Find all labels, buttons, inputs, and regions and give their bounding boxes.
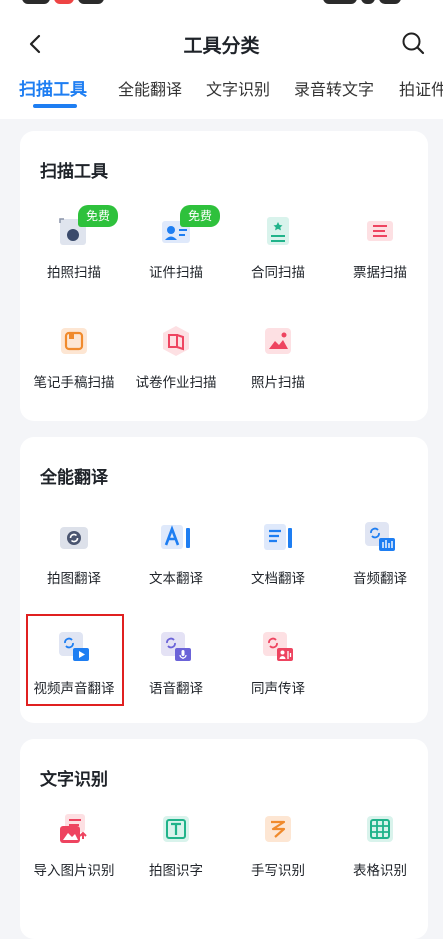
selection-highlight-box <box>26 614 124 706</box>
text-frame-icon <box>163 816 189 842</box>
simultaneous-interpretation-icon <box>263 632 293 661</box>
tool-id-scan[interactable]: 免费 证件扫描 <box>125 197 227 305</box>
table-icon <box>367 816 393 842</box>
tool-table-ocr[interactable]: 表格识别 <box>329 795 431 903</box>
tool-handwriting-ocr[interactable]: 手写识别 <box>227 795 329 903</box>
section-title-scan: 扫描工具 <box>40 162 108 182</box>
text-a-icon <box>161 525 190 549</box>
tool-photo-ocr[interactable]: 拍图识字 <box>125 795 227 903</box>
tool-label: 票据扫描 <box>353 265 407 281</box>
tool-document-translate[interactable]: 文档翻译 <box>227 503 329 611</box>
audio-translate-icon <box>365 522 395 551</box>
handwriting-icon <box>265 816 291 842</box>
status-right-cutoff <box>319 0 419 6</box>
scan-tools-card: 扫描工具 免费 拍照扫描 免费 证件扫描 合同扫描 票据扫描 笔记手稿扫描 试卷… <box>20 131 428 421</box>
camera-translate-icon <box>60 527 88 549</box>
photo-icon <box>265 328 291 354</box>
category-tabs: 扫描工具 全能翻译 文字识别 录音转文字 拍证件 <box>0 64 443 119</box>
tool-simultaneous-interpretation[interactable]: 同声传译 <box>227 613 329 721</box>
free-badge: 免费 <box>78 205 119 227</box>
section-title-translate: 全能翻译 <box>40 468 108 488</box>
active-tab-indicator <box>33 104 77 108</box>
ocr-card: 文字识别 导入图片识别 拍图识字 手写识别 表格识别 <box>20 739 428 939</box>
page-title: 工具分类 <box>183 35 260 57</box>
tool-exam-scan[interactable]: 试卷作业扫描 <box>125 307 227 415</box>
tool-receipt-scan[interactable]: 票据扫描 <box>329 197 431 305</box>
tool-voice-translate[interactable]: 语音翻译 <box>125 613 227 721</box>
exam-paper-icon <box>163 326 189 356</box>
contract-icon <box>267 217 289 245</box>
notebook-icon <box>61 328 87 354</box>
free-badge: 免费 <box>180 205 221 227</box>
nav-bar: 工具分类 <box>0 22 443 64</box>
tool-audio-translate[interactable]: 音频翻译 <box>329 503 431 611</box>
voice-translate-icon <box>161 632 191 661</box>
section-title-ocr: 文字识别 <box>40 770 108 790</box>
tab-scan-tools[interactable]: 扫描工具 <box>19 75 87 100</box>
import-image-icon <box>60 814 87 843</box>
tool-label: 表格识别 <box>353 863 407 879</box>
tool-text-translate[interactable]: 文本翻译 <box>125 503 227 611</box>
receipt-icon <box>367 221 393 241</box>
tab-translate[interactable]: 全能翻译 <box>118 76 182 100</box>
tab-audio-to-text[interactable]: 录音转文字 <box>294 76 374 100</box>
tool-label: 音频翻译 <box>353 571 407 587</box>
tool-label: 同声传译 <box>251 681 305 697</box>
tool-notes-scan[interactable]: 笔记手稿扫描 <box>23 307 125 415</box>
tool-photo-picture-scan[interactable]: 照片扫描 <box>227 307 329 415</box>
status-left-cutoff <box>22 0 132 6</box>
tool-import-image-ocr[interactable]: 导入图片识别 <box>23 795 125 903</box>
status-bar <box>0 0 443 22</box>
tool-contract-scan[interactable]: 合同扫描 <box>227 197 329 305</box>
search-icon[interactable] <box>399 29 427 57</box>
tab-ocr[interactable]: 文字识别 <box>206 76 270 100</box>
tool-image-translate[interactable]: 拍图翻译 <box>23 503 125 611</box>
tool-photo-scan[interactable]: 免费 拍照扫描 <box>23 197 125 305</box>
document-translate-icon <box>264 524 292 550</box>
tool-label: 照片扫描 <box>251 375 305 391</box>
tab-id-photo[interactable]: 拍证件 <box>399 76 443 100</box>
